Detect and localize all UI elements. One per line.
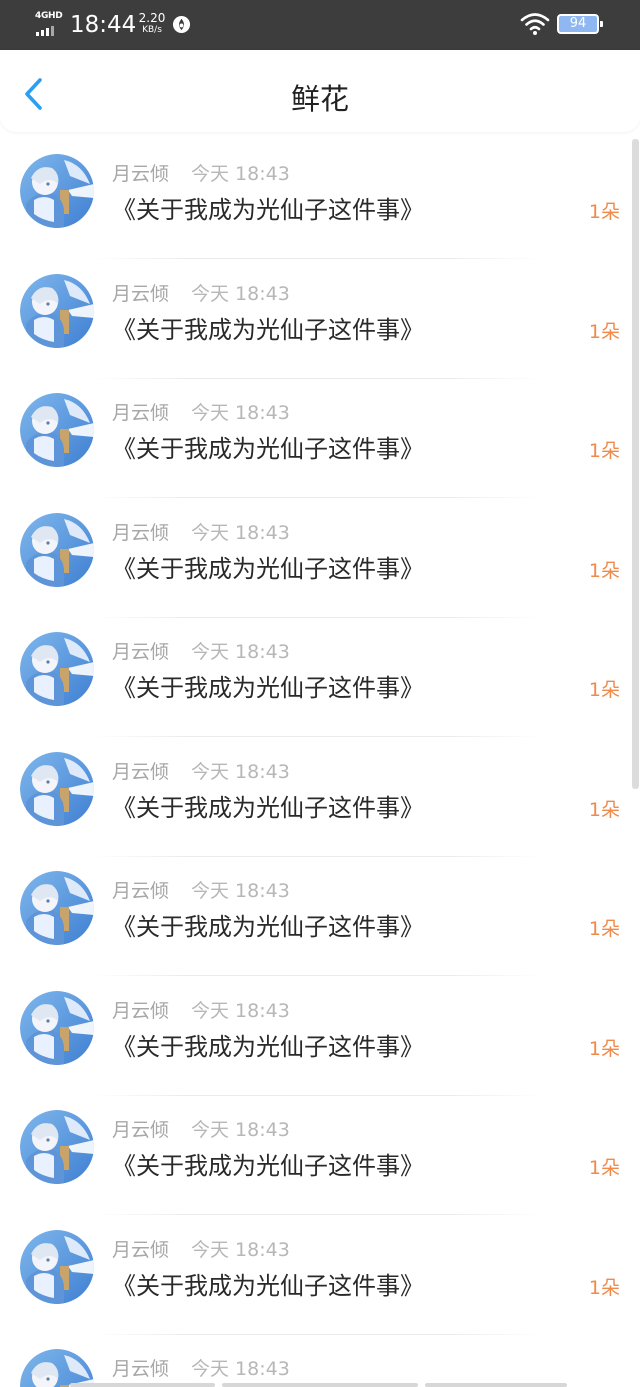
app-notification-icon	[172, 15, 191, 34]
battery-icon: 94	[557, 14, 603, 34]
chevron-left-icon	[25, 78, 42, 110]
list-item[interactable]: 月云倾 今天 18:43	[0, 1334, 640, 1387]
wifi-icon	[520, 13, 550, 35]
author-name[interactable]: 月云倾	[112, 161, 169, 187]
post-time: 今天 18:43	[191, 880, 290, 902]
back-button[interactable]	[18, 74, 52, 114]
bottom-edge	[0, 1381, 640, 1387]
avatar[interactable]	[20, 273, 94, 348]
list-item[interactable]: 月云倾 今天 18:43 《关于我成为光仙子这件事》 1朵	[0, 856, 640, 976]
author-name[interactable]: 月云倾	[112, 759, 169, 785]
book-title[interactable]: 《关于我成为光仙子这件事》	[112, 553, 424, 585]
author-name[interactable]: 月云倾	[112, 400, 169, 426]
flower-count: 1朵	[588, 201, 620, 223]
list-item[interactable]: 月云倾 今天 18:43 《关于我成为光仙子这件事》 1朵	[0, 617, 640, 737]
avatar[interactable]	[20, 871, 94, 945]
author-name[interactable]: 月云倾	[112, 998, 169, 1024]
list-item[interactable]: 月云倾 今天 18:43 《关于我成为光仙子这件事》 1朵	[0, 378, 640, 498]
speed-unit: KB/s	[142, 25, 162, 35]
post-time: 今天 18:43	[191, 1119, 290, 1141]
post-time: 今天 18:43	[191, 163, 290, 185]
author-name[interactable]: 月云倾	[112, 281, 169, 307]
avatar[interactable]	[20, 154, 94, 228]
network-speed: 2.20 KB/s	[137, 12, 167, 36]
flower-count: 1朵	[588, 1037, 620, 1060]
list-item[interactable]: 月云倾 今天 18:43 《关于我成为光仙子这件事》 1朵	[0, 259, 640, 379]
avatar[interactable]	[20, 512, 94, 587]
flower-count: 1朵	[588, 440, 620, 462]
post-time: 今天 18:43	[191, 521, 290, 544]
flower-count: 1朵	[588, 918, 620, 940]
avatar[interactable]	[20, 1229, 94, 1304]
post-time: 今天 18:43	[191, 1358, 290, 1380]
book-title[interactable]: 《关于我成为光仙子这件事》	[112, 911, 424, 943]
list-item[interactable]: 月云倾 今天 18:43 《关于我成为光仙子这件事》 1朵	[0, 139, 640, 259]
author-name[interactable]: 月云倾	[112, 878, 169, 904]
nav-header: 鲜花	[0, 50, 640, 132]
flower-count: 1朵	[588, 1157, 620, 1179]
network-type: 4GHD	[35, 11, 63, 21]
status-bar: 4GHD 18:44 2.20 KB/s 94	[0, 0, 640, 50]
flower-count: 1朵	[588, 679, 620, 701]
author-name[interactable]: 月云倾	[112, 520, 169, 546]
avatar[interactable]	[20, 393, 94, 467]
post-time: 今天 18:43	[191, 760, 290, 783]
post-time: 今天 18:43	[191, 1238, 290, 1261]
list-item[interactable]: 月云倾 今天 18:43 《关于我成为光仙子这件事》 1朵	[0, 1095, 640, 1215]
flower-count: 1朵	[588, 1276, 620, 1299]
book-title[interactable]: 《关于我成为光仙子这件事》	[112, 1031, 424, 1063]
flower-count: 1朵	[588, 798, 620, 821]
signal-icon: 4GHD	[35, 11, 63, 37]
status-time: 18:44	[70, 12, 137, 38]
post-time: 今天 18:43	[191, 282, 290, 305]
author-name[interactable]: 月云倾	[112, 1237, 169, 1263]
avatar[interactable]	[20, 1110, 94, 1184]
author-name[interactable]: 月云倾	[112, 1356, 169, 1382]
book-title[interactable]: 《关于我成为光仙子这件事》	[112, 314, 424, 346]
post-time: 今天 18:43	[191, 999, 290, 1022]
list-item[interactable]: 月云倾 今天 18:43 《关于我成为光仙子这件事》 1朵	[0, 498, 640, 618]
list-item[interactable]: 月云倾 今天 18:43 《关于我成为光仙子这件事》 1朵	[0, 737, 640, 857]
book-title[interactable]: 《关于我成为光仙子这件事》	[112, 672, 424, 704]
page-title: 鲜花	[290, 82, 349, 116]
post-time: 今天 18:43	[191, 402, 290, 424]
scrollbar[interactable]	[632, 139, 639, 789]
author-name[interactable]: 月云倾	[112, 1117, 169, 1143]
flower-count: 1朵	[588, 559, 620, 582]
flower-count: 1朵	[588, 320, 620, 343]
book-title[interactable]: 《关于我成为光仙子这件事》	[112, 1270, 424, 1302]
list-item[interactable]: 月云倾 今天 18:43 《关于我成为光仙子这件事》 1朵	[0, 1215, 640, 1335]
avatar[interactable]	[20, 632, 94, 706]
battery-level: 94	[569, 16, 587, 31]
author-name[interactable]: 月云倾	[112, 639, 169, 665]
book-title[interactable]: 《关于我成为光仙子这件事》	[112, 1150, 424, 1182]
post-time: 今天 18:43	[191, 641, 290, 663]
avatar[interactable]	[20, 751, 94, 826]
avatar[interactable]	[20, 990, 94, 1065]
speed-value: 2.20	[138, 11, 166, 25]
list-item[interactable]: 月云倾 今天 18:43 《关于我成为光仙子这件事》 1朵	[0, 976, 640, 1096]
flower-list: 月云倾 今天 18:43 《关于我成为光仙子这件事》 1朵 月云倾 今天 18:…	[0, 139, 640, 1387]
book-title[interactable]: 《关于我成为光仙子这件事》	[112, 194, 424, 226]
book-title[interactable]: 《关于我成为光仙子这件事》	[112, 792, 424, 824]
book-title[interactable]: 《关于我成为光仙子这件事》	[112, 433, 424, 465]
